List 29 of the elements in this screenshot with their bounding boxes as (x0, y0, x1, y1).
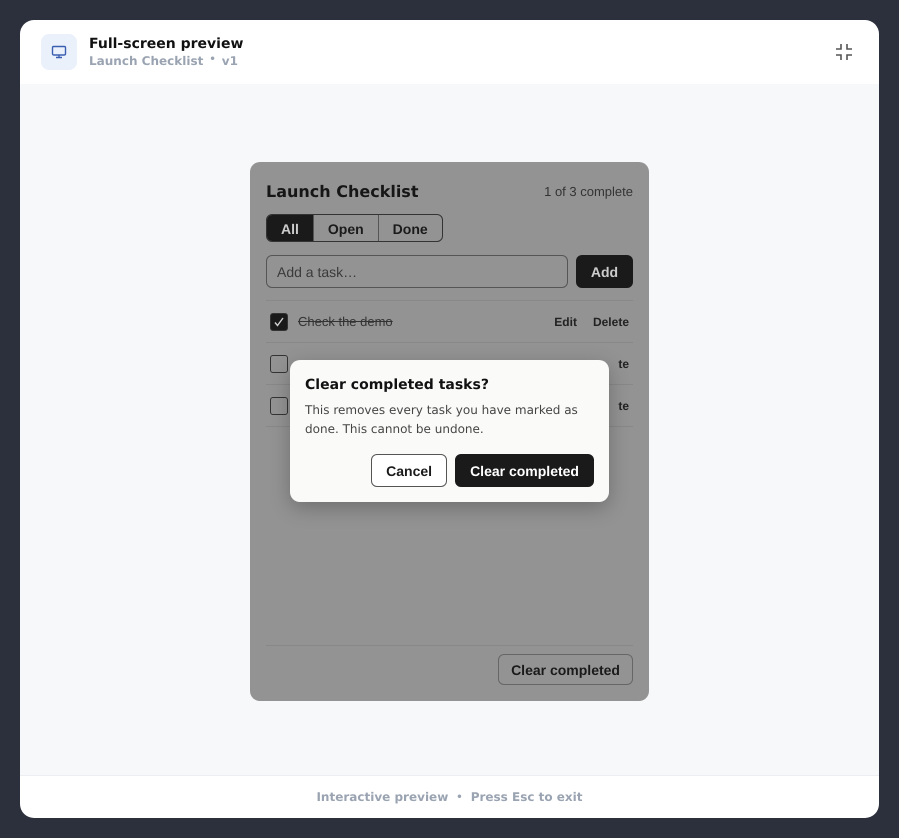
task-checkbox[interactable] (270, 312, 288, 330)
task-action-link[interactable]: te (614, 394, 633, 416)
separator-dot: • (456, 792, 463, 802)
task-checkbox[interactable] (270, 354, 288, 372)
confirm-button[interactable]: Clear completed (455, 454, 594, 487)
dialog-title: Clear completed tasks? (305, 377, 490, 393)
task-action-link[interactable]: Edit (550, 310, 581, 332)
footer-hint: Interactive preview (316, 790, 448, 804)
clear-completed-button[interactable]: Clear completed (498, 654, 633, 685)
check-icon (273, 316, 285, 328)
cancel-button[interactable]: Cancel (371, 454, 448, 487)
dialog-message: This removes every task you have marked as done. This cannot be undone. (305, 402, 579, 438)
window-title: Full-screen preview (89, 36, 244, 52)
filter-tab[interactable]: All (267, 215, 313, 241)
task-action-link[interactable]: te (614, 352, 633, 374)
progress-text: 1 of 3 complete (544, 184, 633, 199)
version-label: v1 (222, 54, 238, 68)
checklist-title: Launch Checklist (266, 182, 418, 201)
filter-tab[interactable]: Open (312, 215, 378, 241)
monitor-icon (41, 34, 77, 70)
task-label: Check the demo (298, 314, 393, 329)
separator-dot: • (209, 54, 216, 67)
project-name: Launch Checklist (89, 54, 204, 68)
add-button[interactable]: Add (576, 255, 633, 288)
filter-tab[interactable]: Done (378, 215, 442, 241)
task-input-field[interactable]: Add a task… (266, 255, 568, 288)
task-action-link[interactable]: Delete (588, 310, 633, 332)
task-checkbox[interactable] (270, 396, 288, 414)
footer-shortcut: Press Esc to exit (470, 790, 583, 804)
